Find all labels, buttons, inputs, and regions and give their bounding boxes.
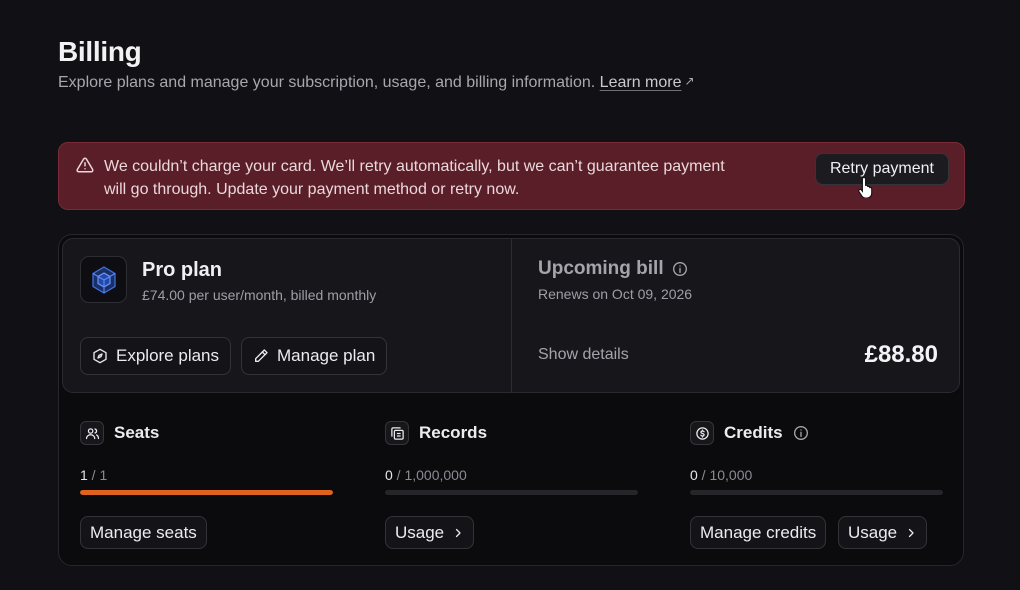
records-progress-bar [385,490,638,495]
credits-usage-button[interactable]: Usage [838,516,928,549]
learn-more-link[interactable]: Learn more [600,74,682,91]
cube-logo-icon [80,256,127,303]
records-used: 0 [385,467,393,483]
records-usage-button[interactable]: Usage [385,516,475,549]
records-header: Records [385,421,487,445]
warning-icon [76,157,94,173]
manage-plan-button[interactable]: Manage plan [241,337,388,375]
alert-message: We couldn’t charge your card. We’ll retr… [104,158,725,198]
bill-amount: £88.80 [864,341,938,368]
records-icon [385,421,409,445]
plan-price: £74.00 per user/month, billed monthly [142,287,377,303]
cursor-pointer-icon [858,176,873,198]
page-subtitle: Explore plans and manage your subscripti… [58,74,695,92]
manage-seats-label: Manage seats [90,522,197,542]
manage-credits-label: Manage credits [700,522,817,542]
records-usage-label: Usage [395,522,445,542]
explore-plans-button[interactable]: Explore plans [80,337,232,375]
seats-total: 1 [99,467,108,483]
seats-used: 1 [80,467,88,483]
records-total: 1,000,000 [404,467,467,483]
seats-header: Seats [80,421,159,445]
manage-plan-label: Manage plan [277,346,376,365]
plan-name: Pro plan [142,259,223,281]
retry-payment-button[interactable]: Retry payment [814,153,949,185]
upcoming-bill-label: Upcoming bill [538,258,664,279]
credits-usage-label: Usage [848,522,898,542]
show-details-link[interactable]: Show details [538,346,629,364]
credits-count: 0 / 10,000 [690,467,753,483]
explore-icon [93,348,107,364]
pencil-icon [255,349,268,362]
records-count: 0 / 1,000,000 [385,467,467,483]
chevron-right-icon [909,528,914,537]
external-arrow-icon: ↗ [684,74,695,88]
seats-count: 1 / 1 [80,467,108,483]
info-icon[interactable] [672,261,688,277]
upcoming-bill-title: Upcoming bill [538,258,688,280]
credits-progress-bar [690,490,943,495]
panel-divider [511,238,512,393]
renewal-date: Renews on Oct 09, 2026 [538,286,693,302]
seats-progress-bar [80,490,333,495]
seats-title: Seats [114,423,160,442]
chevron-right-icon [456,528,461,537]
info-icon[interactable] [793,425,809,441]
credits-icon [690,421,714,445]
seats-progress-fill [80,490,333,495]
records-title: Records [419,423,488,442]
payment-failed-alert: We couldn’t charge your card. We’ll retr… [58,142,965,210]
users-icon [80,421,104,445]
subtitle-text: Explore plans and manage your subscripti… [58,74,596,91]
manage-credits-button[interactable]: Manage credits [690,516,827,549]
page-title: Billing [58,36,142,67]
credits-total: 10,000 [709,467,753,483]
billing-page: Billing Explore plans and manage your su… [0,0,1020,590]
credits-header: Credits [690,421,809,445]
manage-seats-button[interactable]: Manage seats [80,516,207,549]
explore-plans-label: Explore plans [116,346,220,365]
credits-used: 0 [690,467,698,483]
credits-title: Credits [724,423,783,442]
